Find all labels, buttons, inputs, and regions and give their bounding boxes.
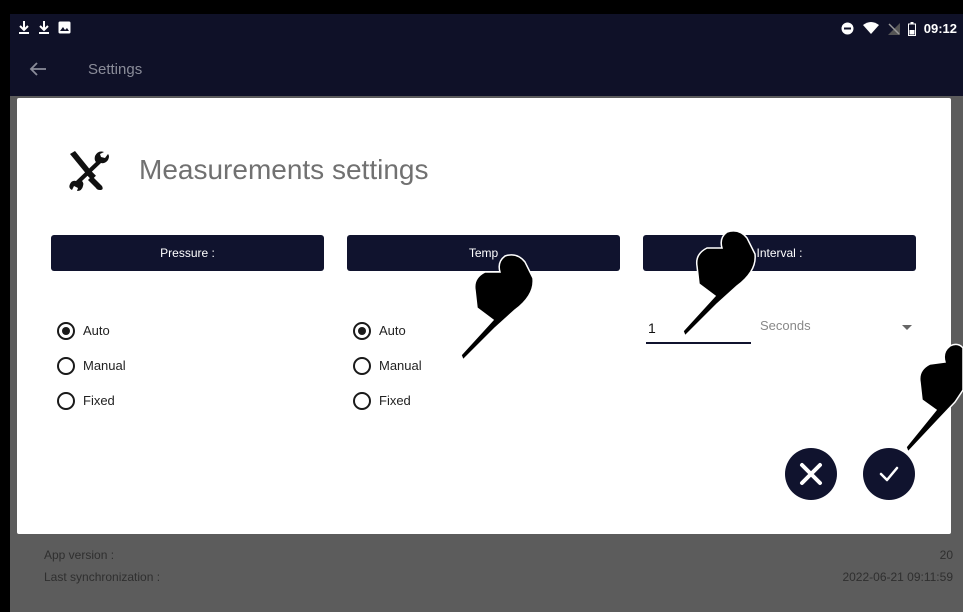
close-icon	[800, 463, 822, 485]
radio-button[interactable]	[353, 321, 371, 340]
radio-label: Fixed	[83, 393, 115, 408]
status-indicators: 09:12	[841, 21, 957, 36]
app-version-value: 20	[939, 548, 953, 562]
radio-label: Fixed	[379, 393, 411, 408]
cancel-button[interactable]	[785, 448, 837, 500]
radio-label: Manual	[83, 358, 126, 373]
radio-label: Auto	[83, 323, 110, 338]
last-sync-value: 2022-06-21 09:11:59	[842, 570, 953, 584]
radio-label: Auto	[379, 323, 406, 338]
tools-icon	[69, 151, 109, 191]
temperature-option-fixed[interactable]: Fixed	[353, 383, 422, 418]
page-title: Settings	[88, 61, 143, 78]
check-icon	[879, 466, 899, 482]
app-bar: Settings	[10, 46, 963, 96]
radio-button[interactable]	[57, 356, 75, 375]
dropdown-arrow-icon	[902, 325, 912, 330]
pointing-hand-icon	[460, 254, 534, 362]
pressure-option-manual[interactable]: Manual	[57, 348, 126, 383]
no-signal-icon	[887, 22, 900, 35]
app-version-label: App version :	[44, 548, 115, 562]
do-not-disturb-icon	[841, 22, 854, 35]
radio-label: Manual	[379, 358, 422, 373]
pressure-header: Pressure :	[51, 235, 324, 271]
temperature-option-auto[interactable]: Auto	[353, 313, 422, 348]
pressure-option-fixed[interactable]: Fixed	[57, 383, 126, 418]
pointing-hand-icon	[905, 343, 963, 454]
battery-icon	[907, 21, 916, 36]
pressure-option-auto[interactable]: Auto	[57, 313, 126, 348]
download-icon	[19, 21, 29, 34]
image-icon	[58, 21, 71, 33]
status-time: 09:12	[923, 21, 957, 36]
interval-unit-value: Seconds	[760, 318, 811, 333]
interval-unit-select[interactable]: Seconds	[760, 317, 920, 339]
last-sync-label: Last synchronization :	[44, 570, 161, 584]
temperature-option-manual[interactable]: Manual	[353, 348, 422, 383]
radio-button[interactable]	[353, 391, 371, 410]
pointing-hand-icon	[682, 230, 756, 338]
dialog-title: Measurements settings	[139, 154, 429, 185]
radio-button[interactable]	[57, 391, 75, 410]
pressure-section: Pressure : Auto Manual Fixed	[51, 235, 324, 410]
radio-button[interactable]	[57, 321, 75, 340]
status-bar: 09:12	[10, 14, 963, 46]
download-icon	[39, 21, 49, 34]
status-notifications	[18, 20, 71, 34]
wifi-icon	[862, 22, 879, 34]
back-arrow-icon[interactable]	[26, 57, 50, 81]
temperature-radio-group: Auto Manual Fixed	[353, 313, 422, 418]
pressure-radio-group: Auto Manual Fixed	[57, 313, 126, 418]
radio-button[interactable]	[353, 356, 371, 375]
